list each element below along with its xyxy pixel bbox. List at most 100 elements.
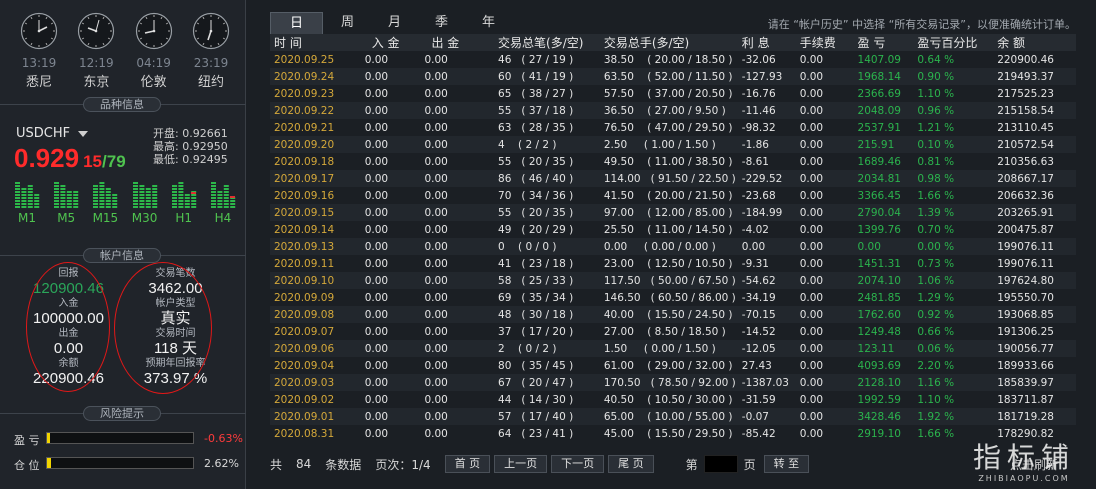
cell-out: 0.00 [424, 410, 448, 423]
signal-bars-icon [171, 182, 196, 208]
first-page-button[interactable]: 首 页 [444, 455, 491, 473]
risk-pnl-bar [46, 432, 194, 444]
signal-bars-icon [15, 182, 40, 208]
table-row: 2020.09.01 0.00 0.00 57 ( 17 / 40 ) 65.00 ( … [270, 408, 1076, 425]
tab-3[interactable]: 季 [419, 12, 464, 34]
clock-city: 伦敦 [140, 75, 167, 90]
cell-balance: 181719.28 [997, 410, 1054, 423]
cell-in: 0.00 [364, 410, 389, 423]
cell-out: 0.00 [424, 308, 448, 321]
cell-in: 0.00 [364, 206, 389, 219]
cell-lots: 65.00 ( 10.00 / 55.00 ) [603, 410, 733, 423]
cell-lots: 36.50 ( 27.00 / 9.50 ) [603, 104, 726, 117]
cell-in: 0.00 [364, 342, 389, 355]
cell-date: 2020.09.24 [274, 70, 335, 83]
tab-1[interactable]: 周 [325, 12, 370, 34]
cell-lots: 45.00 ( 15.50 / 29.50 ) [603, 427, 733, 440]
clock-time: 12:19 [79, 56, 114, 70]
cell-interest: -1.86 [741, 138, 769, 151]
chevron-down-icon [78, 130, 89, 137]
table-row: 2020.09.23 0.00 0.00 65 ( 38 / 27 ) 57.50 ( … [270, 85, 1076, 102]
column-header: 交易总手(多/空) [603, 36, 690, 50]
table-row: 2020.09.20 0.00 0.00 4 ( 2 / 2 ) 2.50 ( 1.00… [270, 136, 1076, 153]
cell-pnl: 4093.69 [857, 359, 901, 372]
cell-balance: 199076.11 [997, 257, 1054, 270]
cell-date: 2020.09.17 [274, 172, 335, 185]
cell-date: 2020.09.13 [274, 240, 335, 253]
cell-pct: 1.29 % [917, 291, 955, 304]
cell-pnl: 1407.09 [857, 53, 901, 66]
prev-page-button[interactable]: 上一页 [494, 455, 548, 473]
cell-interest: -14.52 [741, 325, 776, 338]
goto-page-input[interactable] [703, 455, 738, 473]
cell-interest: -32.06 [741, 53, 776, 66]
cell-pct: 0.98 % [917, 172, 955, 185]
cell-fee: 0.00 [799, 427, 824, 440]
cell-pnl: 215.91 [857, 138, 895, 151]
cell-in: 0.00 [364, 240, 389, 253]
cell-pct: 0.96 % [917, 104, 955, 117]
cell-pnl: 1689.46 [857, 155, 901, 168]
section-instrument-title: 品种信息 [83, 97, 161, 112]
cell-date: 2020.09.14 [274, 223, 335, 236]
cell-pnl: 2074.10 [857, 274, 901, 287]
cell-interest: -54.62 [741, 274, 776, 287]
clock-0: 13:19 悉尼 [14, 12, 64, 90]
table-body: 2020.09.25 0.00 0.00 46 ( 27 / 19 ) 38.50 ( … [270, 51, 1076, 442]
cell-date: 2020.09.15 [274, 206, 335, 219]
cell-interest: -85.42 [741, 427, 776, 440]
table-row: 2020.09.17 0.00 0.00 86 ( 46 / 40 ) 114.00 (… [270, 170, 1076, 187]
cell-balance: 199076.11 [997, 240, 1054, 253]
table-row: 2020.09.03 0.00 0.00 67 ( 20 / 47 ) 170.50 (… [270, 374, 1076, 391]
cell-in: 0.00 [364, 155, 389, 168]
watermark-text: 指标铺 [972, 441, 1075, 474]
cell-pct: 0.64 % [917, 53, 955, 66]
cell-pct: 0.90 % [917, 70, 955, 83]
cell-lots: 40.00 ( 15.50 / 24.50 ) [603, 308, 733, 321]
table-row: 2020.09.16 0.00 0.00 70 ( 34 / 36 ) 41.50 ( … [270, 187, 1076, 204]
cell-pct: 1.10 % [917, 393, 955, 406]
hint-text: 请在 “帐户历史” 中选择 “所有交易记录”，以便准确统计订单。 [767, 18, 1076, 31]
cell-lots: 27.00 ( 8.50 / 18.50 ) [603, 325, 726, 338]
table-header-row: 时 间 入 金 出 金 交易总笔(多/空) 交易总手(多/空) 利 息 手续费 盈 亏 盈亏百分… [270, 34, 1076, 51]
cell-balance: 210356.63 [997, 155, 1054, 168]
risk-pnl-fill [47, 433, 50, 443]
cell-date: 2020.09.21 [274, 121, 335, 134]
cell-in: 0.00 [364, 325, 389, 338]
cell-balance: 203265.91 [997, 206, 1054, 219]
last-page-button[interactable]: 尾 页 [608, 455, 654, 473]
table-row: 2020.09.24 0.00 0.00 60 ( 41 / 19 ) 63.50 ( … [270, 68, 1076, 85]
tab-2[interactable]: 月 [372, 12, 417, 34]
cell-fee: 0.00 [799, 138, 824, 151]
world-clocks: 13:19 悉尼 12:19 东京 04:19 伦敦 23:19 纽约 [14, 12, 236, 90]
cell-out: 0.00 [424, 223, 448, 236]
risk-position-fill [47, 458, 51, 468]
tab-4[interactable]: 年 [466, 12, 511, 34]
cell-fee: 0.00 [799, 325, 824, 338]
tab-0[interactable]: 日 [270, 12, 323, 34]
goto-button[interactable]: 转 至 [763, 455, 810, 473]
cell-date: 2020.09.06 [274, 342, 335, 355]
cell-pct: 1.10 % [917, 87, 955, 100]
history-panel: 日周月季年 请在 “帐户历史” 中选择 “所有交易记录”，以便准确统计订单。 时… [262, 8, 1084, 489]
clock-time: 23:19 [193, 56, 229, 70]
cell-date: 2020.09.07 [274, 325, 335, 338]
cell-lots: 1.50 ( 0.00 / 1.50 ) [603, 342, 716, 355]
total-count: 84 [296, 457, 312, 471]
goto-prefix: 第 [685, 457, 698, 472]
symbol-selector[interactable]: USDCHF [16, 126, 89, 141]
table-row: 2020.09.25 0.00 0.00 46 ( 27 / 19 ) 38.50 ( … [270, 51, 1076, 68]
next-page-button[interactable]: 下一页 [551, 455, 605, 473]
cell-balance: 213110.45 [997, 121, 1054, 134]
cell-out: 0.00 [424, 427, 448, 440]
timeframe-label: M30 [131, 211, 158, 225]
cell-lots: 38.50 ( 20.00 / 18.50 ) [603, 53, 733, 66]
cell-pnl: 1451.31 [857, 257, 901, 270]
cell-count: 41 ( 23 / 18 ) [498, 257, 574, 270]
goto-suffix: 页 [743, 457, 756, 472]
clock-city: 纽约 [197, 75, 224, 90]
cell-interest: -34.19 [741, 291, 776, 304]
clock-icon [135, 12, 172, 50]
cell-date: 2020.09.03 [274, 376, 335, 389]
cell-lots: 0.00 ( 0.00 / 0.00 ) [603, 240, 716, 253]
